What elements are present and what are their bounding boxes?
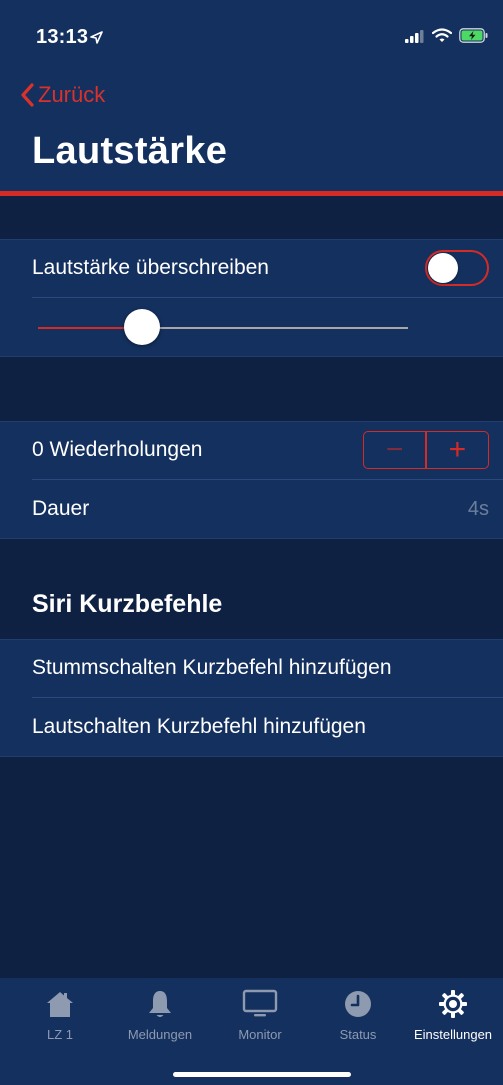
tab-lz1[interactable]: LZ 1 [10, 978, 110, 1056]
siri-shortcuts-group: Stummschalten Kurzbefehl hinzufügen Laut… [0, 639, 503, 757]
decrement-button[interactable]: − [364, 432, 425, 468]
repetitions-label: 0 Wiederholungen [32, 438, 203, 461]
siri-section-title: Siri Kurzbefehle [32, 590, 223, 618]
tab-label: Status [339, 1027, 377, 1042]
back-button[interactable]: Zurück [20, 82, 105, 108]
gear-icon [438, 987, 468, 1021]
group-border [0, 756, 503, 757]
duration-label: Dauer [32, 497, 90, 520]
clock-icon [343, 987, 373, 1021]
wifi-icon [432, 28, 452, 42]
increment-button[interactable]: + [427, 432, 488, 468]
bell-icon [145, 987, 175, 1021]
repetitions-stepper: − + [363, 431, 489, 469]
override-volume-label: Lautstärke überschreiben [32, 256, 269, 279]
override-volume-row: Lautstärke überschreiben [0, 239, 503, 297]
tab-label: LZ 1 [46, 1027, 73, 1042]
add-mute-shortcut-row[interactable]: Stummschalten Kurzbefehl hinzufügen [0, 639, 503, 697]
tab-label: Einstellungen [413, 1027, 493, 1042]
status-time: 13:13 [36, 26, 103, 49]
tab-bar: LZ 1 Meldungen Monitor Status Einstellun… [0, 978, 503, 1085]
battery-charging-icon [459, 28, 488, 43]
house-icon [45, 987, 75, 1021]
page-title: Lautstärke [32, 130, 228, 172]
add-mute-shortcut-label: Stummschalten Kurzbefehl hinzufügen [32, 656, 392, 679]
tab-monitor[interactable]: Monitor [210, 978, 310, 1056]
tab-label: Monitor [238, 1027, 282, 1042]
volume-settings-group: Lautstärke überschreiben [0, 239, 503, 357]
location-arrow-icon [90, 31, 103, 44]
group-border [0, 538, 503, 539]
slider-thumb[interactable] [123, 309, 160, 345]
tab-status[interactable]: Status [308, 978, 408, 1056]
back-button-label: Zurück [38, 82, 106, 107]
group-border [0, 356, 503, 357]
override-volume-toggle[interactable] [425, 250, 489, 286]
repetitions-row: 0 Wiederholungen − + [0, 421, 503, 479]
row-separator [32, 297, 503, 298]
chevron-left-icon [21, 83, 34, 107]
tab-label: Meldungen [127, 1027, 193, 1042]
cellular-signal-icon [405, 29, 424, 43]
duration-value: 4s [467, 497, 489, 520]
repeat-settings-group: 0 Wiederholungen − + Dauer 4s [0, 421, 503, 539]
volume-slider[interactable] [38, 309, 408, 345]
add-unmute-shortcut-label: Lautschalten Kurzbefehl hinzufügen [32, 715, 366, 738]
header-accent-line [0, 191, 503, 196]
tab-meldungen[interactable]: Meldungen [110, 978, 210, 1056]
status-time-text: 13:13 [36, 26, 89, 48]
tab-einstellungen[interactable]: Einstellungen [403, 978, 503, 1056]
navigation-header: 13:13 Zurück Lautstärke [0, 0, 503, 192]
add-unmute-shortcut-row[interactable]: Lautschalten Kurzbefehl hinzufügen [0, 698, 503, 756]
duration-row[interactable]: Dauer 4s [0, 480, 503, 538]
monitor-icon [242, 987, 278, 1021]
home-indicator [173, 1072, 351, 1077]
status-icons [405, 28, 489, 43]
toggle-knob [428, 253, 458, 283]
